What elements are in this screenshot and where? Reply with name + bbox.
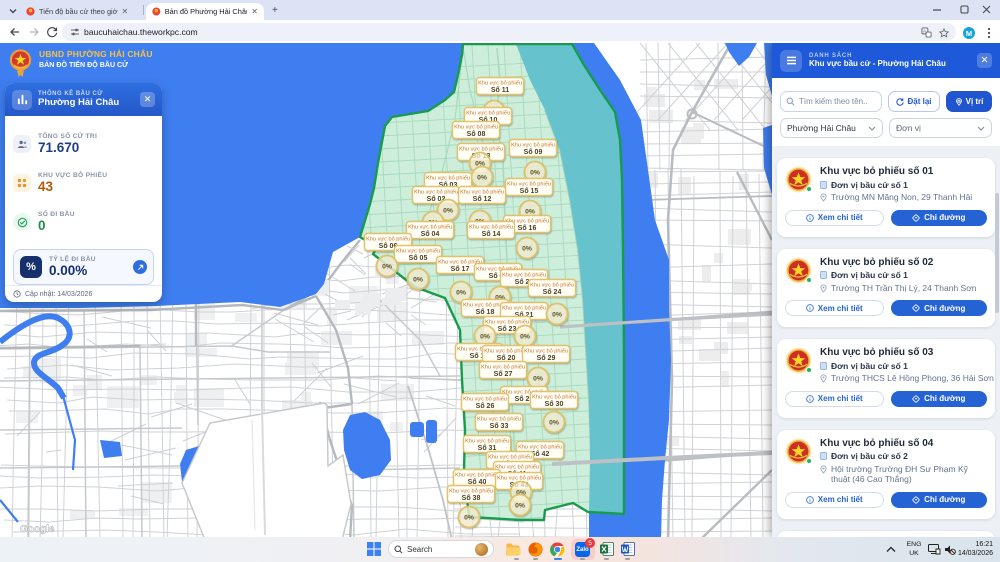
svg-text:Khu vực bỏ phiếu: Khu vực bỏ phiếu (488, 453, 532, 460)
svg-text:Khu vực bỏ phiếu: Khu vực bỏ phiếu (485, 318, 529, 325)
svg-text:Số 11: Số 11 (491, 86, 509, 94)
svg-text:Khu vực bỏ phiếu: Khu vực bỏ phiếu (532, 393, 576, 400)
svg-text:Số 38: Số 38 (462, 494, 481, 502)
svg-text:Khu vực bỏ phiếu: Khu vực bỏ phiếu (481, 363, 525, 370)
svg-text:Số 17: Số 17 (451, 265, 470, 273)
svg-text:0%: 0% (480, 333, 490, 340)
svg-text:Khu vực bỏ phiếu: Khu vực bỏ phiếu (455, 471, 499, 478)
svg-text:Số 26: Số 26 (476, 402, 495, 410)
svg-text:Khu vực bỏ phiếu: Khu vực bỏ phiếu (408, 223, 452, 230)
svg-text:Số 33: Số 33 (490, 422, 509, 430)
svg-text:Khu vực bỏ phiếu: Khu vực bỏ phiếu (449, 487, 493, 494)
svg-text:0%: 0% (464, 514, 474, 521)
svg-text:Khu vực bỏ phiếu: Khu vực bỏ phiếu (518, 443, 562, 450)
svg-text:Khu vực bỏ phiếu: Khu vực bỏ phiếu (507, 180, 551, 187)
svg-text:0%: 0% (477, 174, 487, 181)
svg-text:Số 29: Số 29 (537, 354, 556, 362)
svg-text:Khu vực bỏ phiếu: Khu vực bỏ phiếu (477, 415, 521, 422)
svg-text:Khu vực bỏ phiếu: Khu vực bỏ phiếu (502, 271, 546, 278)
svg-text:Số 24: Số 24 (543, 288, 562, 296)
svg-text:0%: 0% (530, 169, 540, 176)
svg-text:Khu vực bỏ phiếu: Khu vực bỏ phiếu (460, 188, 504, 195)
svg-text:0%: 0% (443, 207, 453, 214)
svg-text:Khu vực bỏ phiếu: Khu vực bỏ phiếu (454, 123, 498, 130)
svg-text:Khu vực bỏ phiếu: Khu vực bỏ phiếu (414, 188, 458, 195)
svg-text:Khu vực bỏ phiếu: Khu vực bỏ phiếu (465, 437, 509, 444)
svg-text:Khu vực bỏ phiếu: Khu vực bỏ phiếu (366, 235, 410, 242)
svg-text:Khu vực bỏ phiếu: Khu vực bỏ phiếu (469, 223, 513, 230)
svg-text:0%: 0% (515, 502, 525, 509)
svg-text:Khu vực bỏ phiếu: Khu vực bỏ phiếu (484, 347, 528, 354)
svg-text:Số 18: Số 18 (476, 308, 495, 316)
svg-text:Số 15: Số 15 (520, 187, 539, 195)
svg-text:0%: 0% (456, 289, 466, 296)
svg-text:0%: 0% (413, 276, 423, 283)
svg-text:0%: 0% (533, 375, 543, 382)
svg-text:Số 16: Số 16 (518, 224, 537, 232)
svg-text:0%: 0% (552, 311, 562, 318)
svg-text:Số 12: Số 12 (473, 195, 492, 203)
svg-text:Khu vực bỏ phiếu: Khu vực bỏ phiếu (466, 109, 510, 116)
svg-text:Số 23: Số 23 (498, 325, 517, 333)
svg-text:Khu vực bỏ phiếu: Khu vực bỏ phiếu (495, 463, 539, 470)
svg-text:Khu vực bỏ phiếu: Khu vực bỏ phiếu (463, 395, 507, 402)
svg-text:Số 14: Số 14 (482, 230, 501, 238)
svg-text:0%: 0% (525, 208, 535, 215)
svg-text:Khu vực bỏ phiếu: Khu vực bỏ phiếu (426, 174, 470, 181)
svg-text:0%: 0% (520, 333, 530, 340)
svg-text:0%: 0% (522, 245, 532, 252)
svg-text:Khu vực bỏ phiếu: Khu vực bỏ phiếu (459, 145, 503, 152)
svg-text:Khu vực bỏ phiếu: Khu vực bỏ phiếu (502, 304, 546, 311)
svg-text:Google: Google (20, 524, 55, 535)
svg-text:Số 04: Số 04 (421, 230, 440, 238)
svg-text:Khu vực bỏ phiếu: Khu vực bỏ phiếu (524, 347, 568, 354)
svg-text:Khu vực bỏ phiếu: Khu vực bỏ phiếu (478, 79, 522, 86)
svg-text:Số 30: Số 30 (545, 400, 564, 408)
svg-text:Khu vực bỏ phiếu: Khu vực bỏ phiếu (511, 141, 555, 148)
svg-text:Số 08: Số 08 (467, 130, 486, 138)
svg-text:Số 05: Số 05 (409, 254, 428, 262)
svg-text:Số 09: Số 09 (524, 148, 543, 156)
svg-text:0%: 0% (382, 263, 392, 270)
svg-text:Khu vực bỏ phiếu: Khu vực bỏ phiếu (497, 474, 541, 481)
svg-text:Khu vực bỏ phiếu: Khu vực bỏ phiếu (530, 281, 574, 288)
svg-text:Khu vực bỏ phiếu: Khu vực bỏ phiếu (396, 247, 440, 254)
svg-text:Số 27: Số 27 (494, 370, 513, 378)
svg-text:0%: 0% (549, 419, 559, 426)
